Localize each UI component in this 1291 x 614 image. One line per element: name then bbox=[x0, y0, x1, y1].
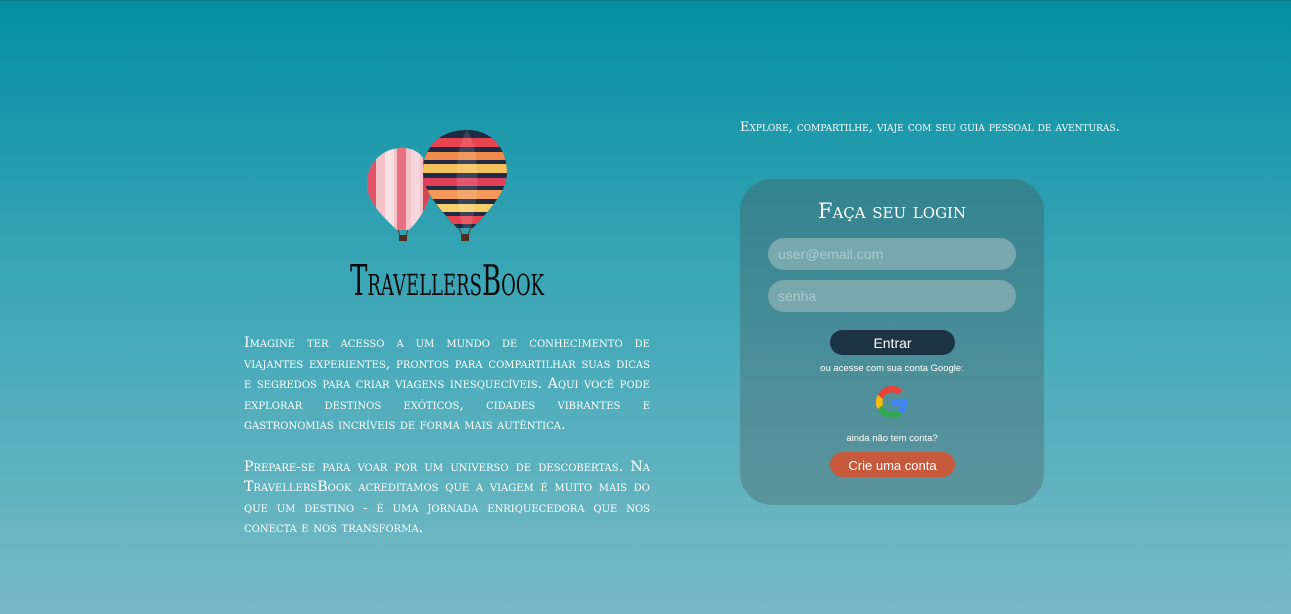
google-login-prompt: ou acesse com sua conta Google: bbox=[820, 363, 964, 374]
password-field[interactable] bbox=[768, 280, 1016, 312]
no-account-text: ainda não tem conta? bbox=[846, 433, 938, 444]
login-title: Faça seu login bbox=[817, 199, 967, 223]
top-border bbox=[0, 0, 1291, 1]
create-account-button[interactable]: Crie uma conta bbox=[830, 452, 955, 477]
intro-paragraph-2: Prepare-se para voar por um universo de … bbox=[244, 458, 650, 537]
hot-air-balloons-icon bbox=[367, 130, 507, 241]
enter-button[interactable]: Entrar bbox=[830, 330, 955, 355]
google-g-icon[interactable] bbox=[876, 386, 908, 418]
tagline: Explore, compartilhe, viaje com seu guia… bbox=[740, 120, 1120, 135]
email-field[interactable] bbox=[768, 238, 1016, 270]
intro-paragraph-1: Imagine ter acesso a um mundo de conheci… bbox=[244, 335, 650, 433]
login-card: Faça seu login Entrar ou acesse com sua … bbox=[740, 179, 1044, 505]
intro-section: TravellersBook Imagine ter acesso a um m… bbox=[244, 128, 650, 539]
brand-name: TravellersBook bbox=[349, 256, 545, 305]
